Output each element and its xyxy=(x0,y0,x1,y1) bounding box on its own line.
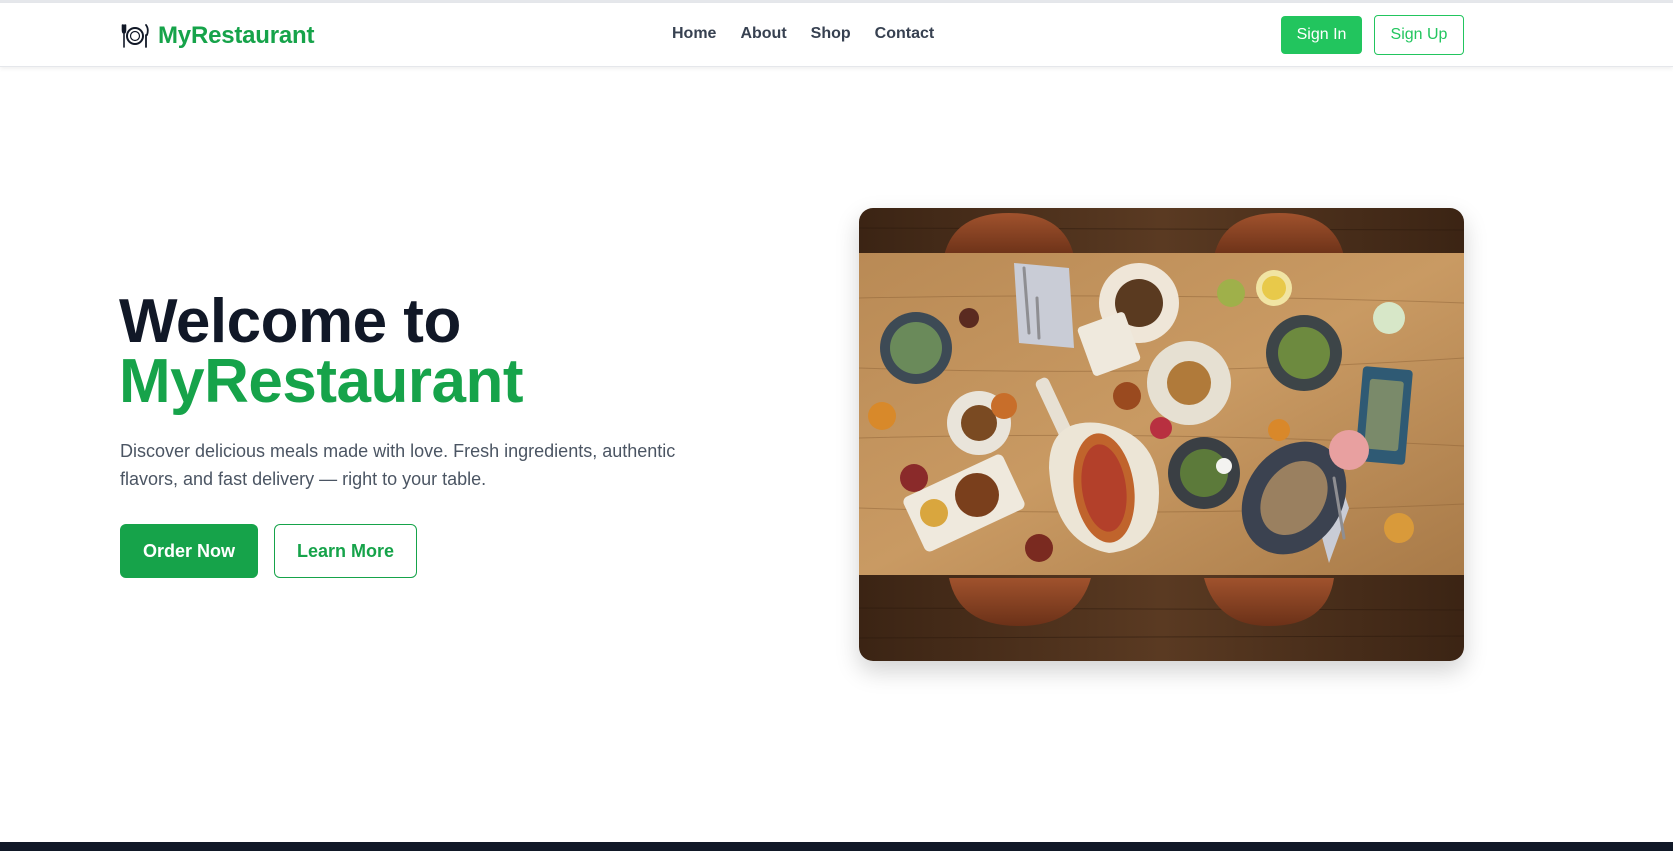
nav-link-about[interactable]: About xyxy=(740,25,786,43)
hero-description: Discover delicious meals made with love.… xyxy=(120,441,676,489)
main-nav: Home About Shop Contact xyxy=(672,25,934,43)
hero-food-image xyxy=(859,208,1464,661)
footer-edge xyxy=(0,842,1673,851)
nav-link-contact[interactable]: Contact xyxy=(875,25,935,43)
learn-more-button[interactable]: Learn More xyxy=(274,524,417,578)
sign-up-button[interactable]: Sign Up xyxy=(1374,15,1464,55)
hero-title: Welcome to MyRestaurant xyxy=(119,287,524,416)
order-now-button[interactable]: Order Now xyxy=(120,524,258,578)
hero-title-line1: Welcome to xyxy=(119,287,461,356)
brand-name: MyRestaurant xyxy=(158,22,315,49)
hero-title-brand: MyRestaurant xyxy=(119,347,524,416)
brand-logo[interactable]: MyRestaurant xyxy=(120,20,315,52)
nav-link-home[interactable]: Home xyxy=(672,25,716,43)
sign-in-button[interactable]: Sign In xyxy=(1281,16,1362,54)
nav-link-shop[interactable]: Shop xyxy=(811,25,851,43)
plate-cutlery-icon xyxy=(121,24,149,48)
restaurant-table-illustration xyxy=(859,208,1464,661)
navbar: MyRestaurant Home About Shop Contact Sig… xyxy=(0,3,1673,67)
